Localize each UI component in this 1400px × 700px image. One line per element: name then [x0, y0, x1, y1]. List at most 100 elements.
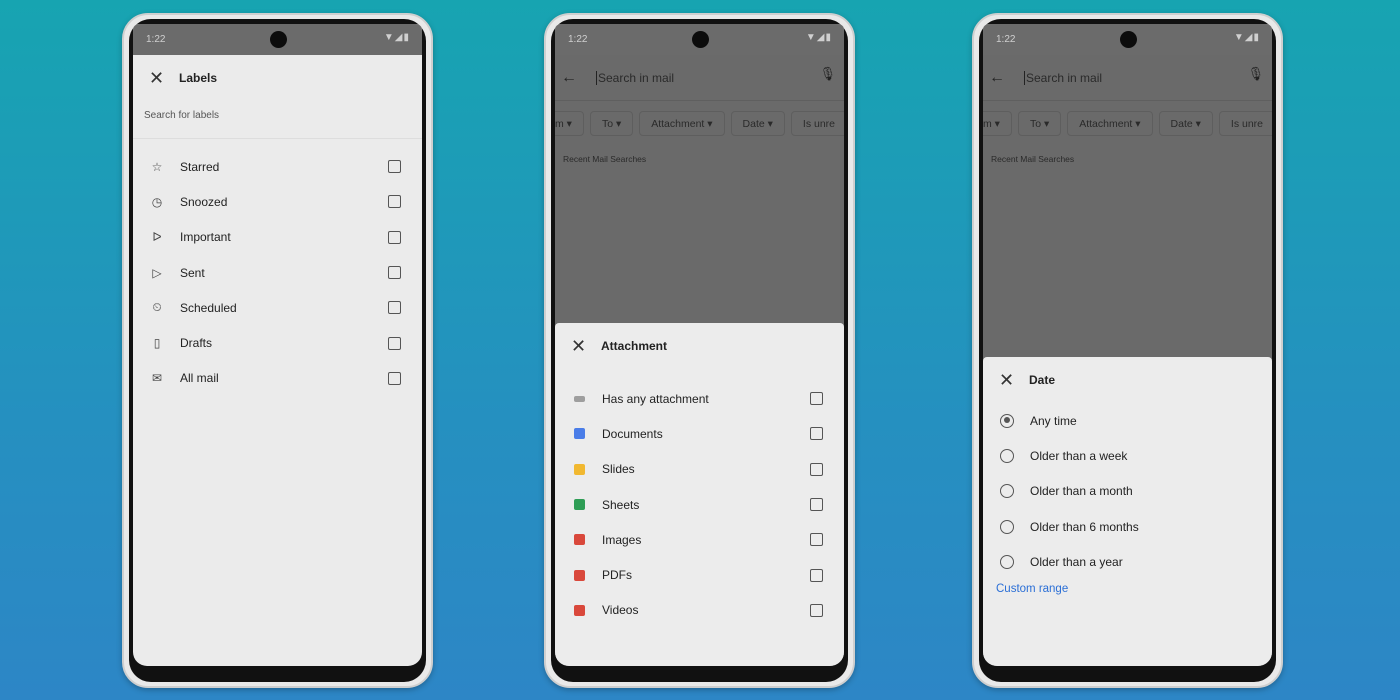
back-arrow-icon[interactable]: ←: [561, 69, 591, 87]
label-item[interactable]: ▯ Drafts: [133, 325, 422, 360]
radio-button[interactable]: [1000, 413, 1014, 428]
sheets-icon: [572, 498, 586, 512]
drafts-icon: ▯: [153, 336, 161, 351]
filter-chip[interactable]: To ▾: [1017, 111, 1062, 136]
phone-attachment: 1:22 ▼◢▮ ← Search in mail 🎙 m ▾ To ▾ Attachme…: [544, 13, 855, 688]
date-option-label: Older than a month: [1030, 484, 1133, 499]
label-search-input[interactable]: Search for labels: [133, 101, 422, 139]
checkbox[interactable]: [388, 301, 401, 315]
label-item[interactable]: ▷ Sent: [133, 255, 422, 290]
attachment-option[interactable]: Documents: [555, 416, 844, 451]
documents-icon: [572, 427, 586, 441]
checkbox[interactable]: [810, 533, 823, 547]
checkbox[interactable]: [388, 160, 401, 174]
label-item[interactable]: ᐅ Important: [133, 220, 422, 255]
filter-chip[interactable]: Date ▾: [1158, 111, 1213, 136]
attachment-label: Images: [602, 532, 642, 547]
label-name: Drafts: [180, 336, 213, 351]
status-icons: ▼◢▮: [805, 32, 832, 43]
attachment-label: PDFs: [602, 568, 632, 583]
attachment-sheet: ✕ Attachment Has any attachment Documents S…: [555, 323, 844, 666]
checkbox[interactable]: [388, 266, 401, 280]
checkbox[interactable]: [810, 462, 823, 476]
label-item[interactable]: ✉ All mail: [133, 361, 422, 396]
filter-chip[interactable]: m ▾: [555, 111, 584, 136]
close-icon[interactable]: ✕: [999, 370, 1029, 391]
sent-icon: ▷: [152, 265, 162, 280]
checkbox[interactable]: [388, 336, 401, 350]
radio-button[interactable]: [1000, 448, 1014, 463]
attachment-option[interactable]: Slides: [555, 452, 844, 487]
radio-button[interactable]: [1000, 554, 1014, 569]
checkbox[interactable]: [810, 427, 823, 441]
important-icon: ᐅ: [152, 230, 162, 245]
attachment-option[interactable]: Videos: [555, 593, 844, 628]
status-bar: 1:22 ▼◢▮: [133, 24, 422, 55]
filter-chip[interactable]: Is unre: [1218, 111, 1272, 136]
attachment-option[interactable]: Sheets: [555, 487, 844, 522]
attachment-label: Videos: [602, 603, 639, 618]
has-any-attachment-icon: [572, 392, 586, 406]
radio-button[interactable]: [1000, 484, 1014, 499]
camera: [691, 31, 709, 48]
filter-chip[interactable]: Date ▾: [730, 111, 785, 136]
label-name: Sent: [180, 265, 205, 280]
camera: [1119, 31, 1137, 48]
phone-date: 1:22 ▼◢▮ ← Search in mail 🎙 m ▾ To ▾ Attachme…: [972, 13, 1283, 688]
label-name: Snoozed: [180, 194, 228, 209]
sheet-title: Attachment: [601, 339, 668, 353]
filter-chip[interactable]: Is unre: [790, 111, 844, 136]
snoozed-icon: ◷: [151, 194, 163, 209]
label-item[interactable]: ◷ Snoozed: [133, 184, 422, 219]
attachment-option[interactable]: Images: [555, 522, 844, 557]
date-option-label: Older than a week: [1030, 448, 1128, 463]
filter-chip[interactable]: To ▾: [589, 111, 634, 136]
mic-icon[interactable]: 🎙: [1247, 66, 1264, 82]
date-option[interactable]: Older than a week: [983, 438, 1272, 473]
close-icon[interactable]: ✕: [149, 68, 179, 89]
filter-chip[interactable]: m ▾: [983, 111, 1012, 136]
videos-icon: [572, 603, 586, 617]
checkbox[interactable]: [810, 568, 823, 582]
camera: [269, 31, 287, 48]
date-option-label: Older than a year: [1030, 554, 1123, 569]
attachment-option[interactable]: Has any attachment: [555, 381, 844, 416]
search-input[interactable]: Search in mail: [1024, 70, 1102, 85]
attachment-option[interactable]: PDFs: [555, 557, 844, 592]
date-sheet: ✕ Date Any time Older than a week Older tha…: [983, 357, 1272, 666]
status-time: 1:22: [996, 34, 1016, 45]
custom-range-link[interactable]: Custom range: [983, 579, 1272, 599]
status-time: 1:22: [146, 34, 166, 45]
date-option[interactable]: Older than 6 months: [983, 509, 1272, 544]
checkbox[interactable]: [810, 392, 823, 406]
checkbox[interactable]: [810, 603, 823, 617]
mic-icon[interactable]: 🎙: [819, 66, 836, 82]
date-option-label: Older than 6 months: [1030, 519, 1139, 534]
label-item[interactable]: ☆ Starred: [133, 149, 422, 184]
back-arrow-icon[interactable]: ←: [989, 69, 1019, 87]
label-name: Important: [180, 230, 231, 245]
pdfs-icon: [572, 568, 586, 582]
recent-searches-heading: Recent Mail Searches: [563, 154, 647, 164]
checkbox[interactable]: [810, 498, 823, 512]
all-mail-icon: ✉: [151, 371, 163, 386]
label-item[interactable]: ⏲ Scheduled: [133, 290, 422, 325]
filter-chip[interactable]: Attachment ▾: [1067, 111, 1153, 136]
close-icon[interactable]: ✕: [571, 336, 601, 357]
checkbox[interactable]: [388, 371, 401, 385]
radio-button[interactable]: [1000, 519, 1014, 534]
status-time: 1:22: [568, 34, 588, 45]
attachment-label: Has any attachment: [602, 391, 709, 406]
label-name: Starred: [180, 159, 220, 174]
date-option[interactable]: Any time: [983, 403, 1272, 438]
filter-chip[interactable]: Attachment ▾: [639, 111, 725, 136]
recent-searches-heading: Recent Mail Searches: [991, 154, 1075, 164]
date-option[interactable]: Older than a month: [983, 474, 1272, 509]
search-input[interactable]: Search in mail: [596, 70, 674, 85]
status-icons: ▼◢▮: [383, 32, 410, 43]
checkbox[interactable]: [388, 195, 401, 209]
starred-icon: ☆: [151, 159, 163, 174]
date-option[interactable]: Older than a year: [983, 544, 1272, 579]
attachment-label: Sheets: [602, 497, 640, 512]
checkbox[interactable]: [388, 230, 401, 244]
